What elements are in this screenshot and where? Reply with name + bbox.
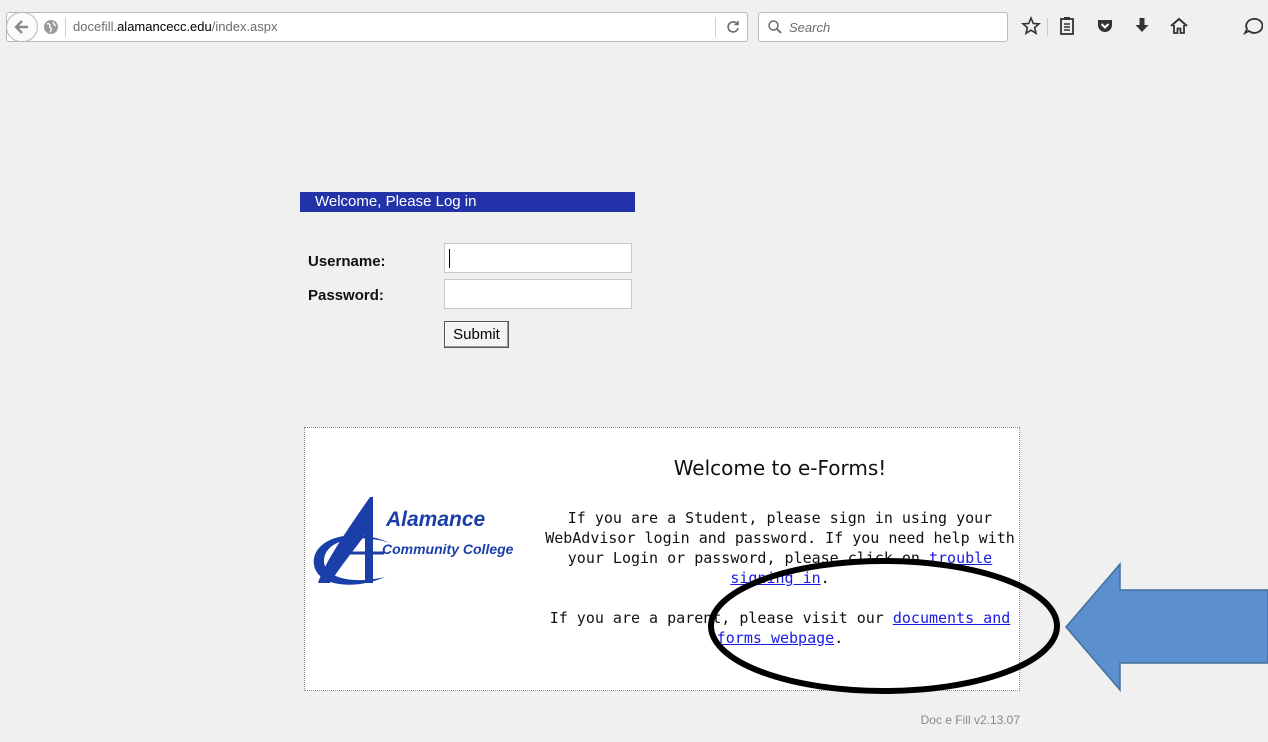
parent-text-end: . <box>834 629 844 647</box>
download-icon[interactable] <box>1131 15 1153 37</box>
search-input[interactable] <box>789 17 999 37</box>
browser-toolbar: docefill.alamancecc.edu/index.aspx <box>0 0 1268 60</box>
pocket-icon[interactable] <box>1094 15 1116 37</box>
reload-divider <box>715 17 716 37</box>
logo-line2: Community College <box>382 541 514 557</box>
pointer-arrow <box>1065 561 1268 693</box>
address-bar[interactable]: docefill.alamancecc.edu/index.aspx <box>6 12 748 42</box>
toolbar-divider <box>1047 18 1048 36</box>
username-label: Username: <box>308 253 386 270</box>
url-divider <box>65 17 66 37</box>
bookmark-star-icon[interactable] <box>1020 15 1042 37</box>
login-header: Welcome, Please Log in <box>300 192 635 212</box>
student-text-end: . <box>820 569 830 587</box>
student-instructions: If you are a Student, please sign in usi… <box>545 508 1015 588</box>
search-icon <box>768 20 782 34</box>
globe-icon[interactable] <box>43 19 59 35</box>
version-label: Doc e Fill v2.13.07 <box>920 713 1020 727</box>
url-prefix: docefill. <box>73 19 118 34</box>
reading-list-icon[interactable] <box>1056 15 1078 37</box>
parent-text: If you are a parent, please visit our <box>549 609 893 627</box>
reload-icon[interactable] <box>725 19 741 35</box>
url-host: alamancecc.edu <box>117 19 212 34</box>
back-button[interactable] <box>6 12 38 42</box>
college-logo: Alamance Community College <box>313 497 514 585</box>
back-arrow-icon <box>14 20 28 34</box>
parent-instructions: If you are a parent, please visit our do… <box>545 608 1015 648</box>
search-bar[interactable] <box>758 12 1008 42</box>
password-input[interactable] <box>444 279 632 309</box>
url-path: /index.aspx <box>211 19 278 34</box>
username-input[interactable] <box>444 243 632 273</box>
logo-line1: Alamance <box>385 508 486 531</box>
chat-icon[interactable] <box>1242 15 1264 37</box>
welcome-title: Welcome to e-Forms! <box>673 456 887 480</box>
password-label: Password: <box>308 287 384 304</box>
submit-button[interactable]: Submit <box>444 321 509 348</box>
home-icon[interactable] <box>1168 15 1190 37</box>
url-text[interactable]: docefill.alamancecc.edu/index.aspx <box>73 19 278 34</box>
text-caret <box>449 249 450 268</box>
